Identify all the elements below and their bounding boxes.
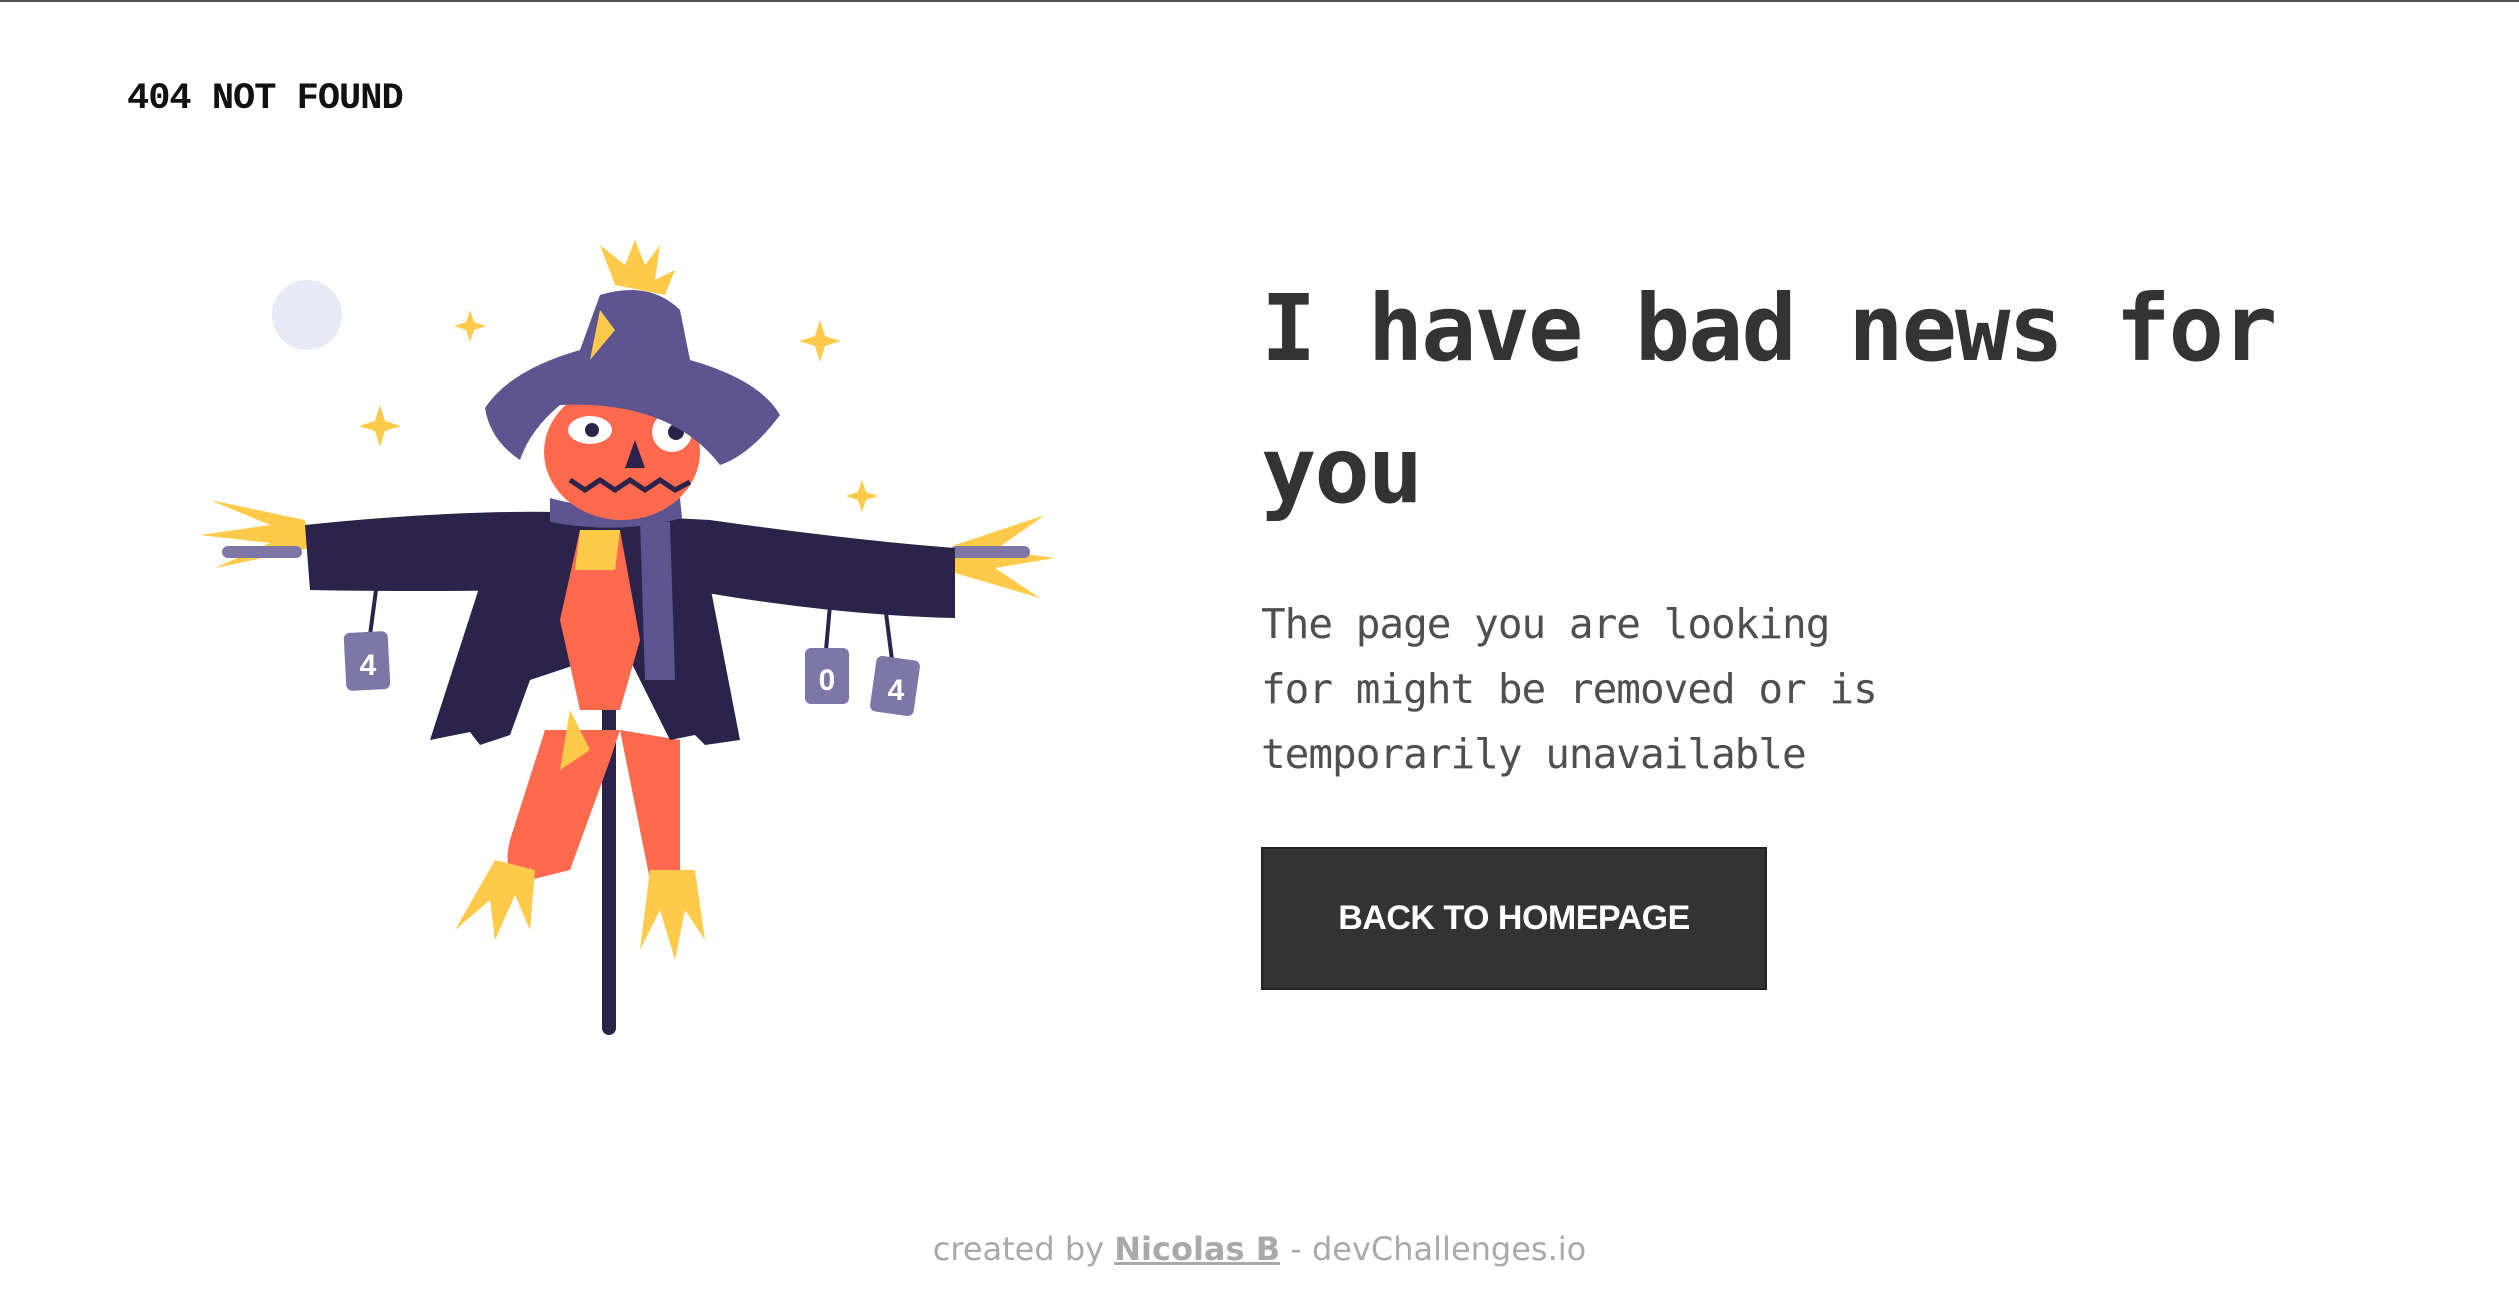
- footer-site: devChallenges.io: [1311, 1230, 1587, 1268]
- svg-text:4: 4: [360, 649, 377, 682]
- scarecrow-illustration: 4 0 4: [150, 240, 1110, 1040]
- footer: created by Nicolas B - devChallenges.io: [0, 1230, 2519, 1268]
- brand-logo[interactable]: 404 NOT FOUND: [127, 78, 404, 120]
- main-content: I have bad news for you The page you are…: [1261, 258, 2411, 990]
- footer-prefix: created by: [932, 1230, 1105, 1268]
- footer-separator: -: [1290, 1230, 1302, 1268]
- moon-icon: [272, 280, 342, 350]
- top-border: [0, 0, 2519, 2]
- svg-text:0: 0: [819, 664, 836, 697]
- back-to-homepage-button[interactable]: BACK TO HOMEPAGE: [1261, 847, 1767, 990]
- page-title: I have bad news for you: [1261, 275, 2277, 524]
- author-link[interactable]: Nicolas B: [1114, 1230, 1280, 1268]
- svg-text:4: 4: [888, 674, 905, 707]
- page-description: The page you are looking for might be re…: [1261, 600, 1878, 778]
